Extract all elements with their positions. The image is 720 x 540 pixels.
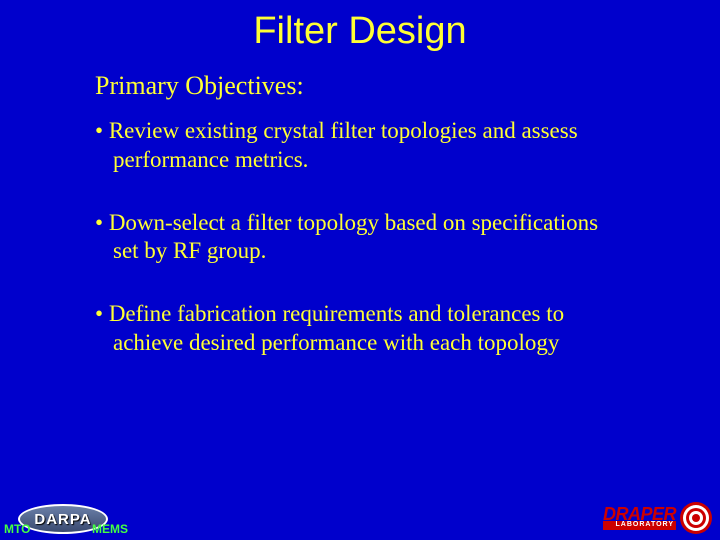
footer: DARPA MTO MEMS DRAPER LABORATORY (0, 482, 720, 538)
slide: Filter Design Primary Objectives: • Revi… (0, 0, 720, 540)
bullet-text: Define fabrication requirements and tole… (109, 301, 564, 326)
bullet-marker: • (95, 118, 109, 143)
slide-subtitle: Primary Objectives: (95, 71, 720, 101)
darpa-text: DARPA (34, 511, 91, 528)
slide-title: Filter Design (0, 10, 720, 53)
bullet-text-cont: performance metrics. (95, 146, 660, 175)
bullet-item: • Down-select a filter topology based on… (95, 209, 660, 267)
bullet-marker: • (95, 210, 109, 235)
bullet-list: • Review existing crystal filter topolog… (95, 117, 660, 358)
bullet-text: Review existing crystal filter topologie… (109, 118, 578, 143)
bullet-text-cont: achieve desired performance with each to… (95, 329, 660, 358)
bullet-item: • Define fabrication requirements and to… (95, 300, 660, 358)
target-icon (680, 502, 712, 534)
bullet-marker: • (95, 301, 109, 326)
bullet-text-cont: set by RF group. (95, 237, 660, 266)
draper-logo-text: DRAPER LABORATORY (603, 506, 676, 529)
bullet-text: Down-select a filter topology based on s… (109, 210, 598, 235)
mto-label: MTO (4, 522, 30, 536)
bullet-item: • Review existing crystal filter topolog… (95, 117, 660, 175)
mems-label: MEMS (92, 522, 128, 536)
draper-logo-block: DRAPER LABORATORY (603, 502, 712, 534)
